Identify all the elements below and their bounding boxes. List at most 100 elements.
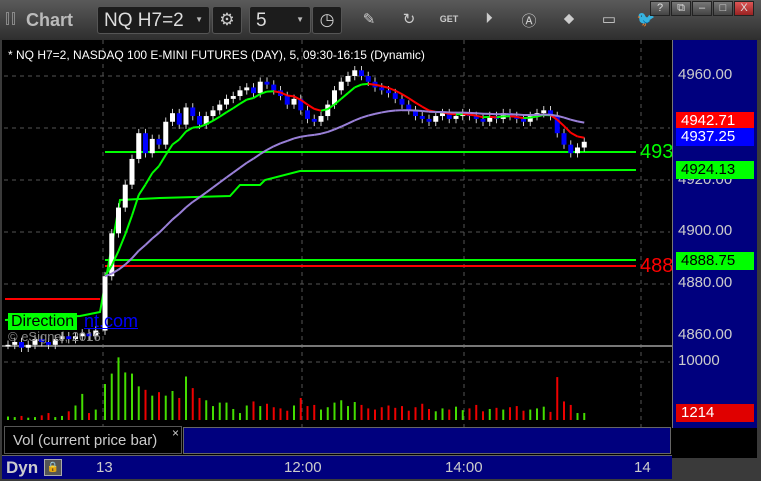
vwap-segment — [570, 118, 578, 123]
candle-body — [338, 81, 344, 91]
vwap-segment — [266, 145, 275, 151]
vwap-segment — [314, 132, 322, 136]
ema-segment — [496, 115, 504, 119]
price-tick: 4880.00 — [678, 274, 733, 291]
candle-body — [379, 87, 385, 91]
vwap-segment — [550, 113, 558, 117]
ema-segment — [124, 215, 133, 235]
ema-segment — [347, 86, 356, 94]
candle-body — [541, 110, 547, 114]
candle-body — [345, 76, 351, 82]
candle-body — [237, 90, 243, 97]
ema-segment — [340, 92, 349, 100]
ema-segment — [246, 97, 254, 101]
close-icon[interactable]: × — [172, 426, 179, 440]
candle-body — [122, 184, 128, 208]
time-axis[interactable]: Dyn 🔒 13 12:00 14:00 14 — [2, 455, 672, 479]
vwap-segment — [327, 128, 335, 133]
candle-body — [284, 96, 290, 105]
ema-segment — [192, 125, 200, 129]
vwap-segment — [273, 142, 281, 148]
ema-segment — [563, 125, 572, 134]
candle-body — [183, 107, 189, 125]
dynamic-mode-label[interactable]: Dyn — [6, 458, 38, 478]
level-text-red: 4887 — [640, 255, 672, 277]
ema-segment — [219, 111, 228, 118]
candle-body — [217, 104, 223, 111]
ema-segment — [306, 103, 315, 110]
price-label-last: 4937.25 — [676, 128, 754, 146]
vwap-segment — [381, 110, 389, 114]
candle-body — [143, 133, 148, 154]
candle-body — [136, 133, 142, 159]
candle-body — [129, 158, 135, 185]
candle-body — [291, 98, 297, 105]
candle-body — [568, 144, 574, 154]
lock-clock-icon[interactable]: 🔒 — [44, 459, 62, 476]
ema-segment — [225, 107, 234, 114]
ema-segment — [570, 131, 578, 138]
trailing-stop-line — [4, 169, 637, 321]
price-tick: 4960.00 — [678, 66, 733, 83]
time-label: 14:00 — [445, 459, 483, 476]
vwap-segment — [212, 181, 221, 189]
watermark-logo: Direction — [8, 313, 78, 330]
ema-segment — [131, 194, 140, 216]
candle-body — [210, 110, 216, 117]
vwap-segment — [144, 237, 153, 246]
candle-body — [426, 118, 432, 122]
candle-body — [453, 116, 459, 119]
ema-segment — [239, 98, 248, 105]
candle-body — [149, 138, 155, 154]
price-label-level: 4888.75 — [676, 252, 754, 270]
vwap-segment — [563, 116, 572, 121]
ema-segment — [421, 105, 430, 112]
ema-segment — [388, 86, 396, 92]
vwap-segment — [334, 125, 342, 131]
time-label: 14 — [634, 459, 651, 476]
ema-segment — [577, 135, 585, 139]
vwap-segment — [205, 186, 214, 194]
chart-legend: * NQ H7=2, NASDAQ 100 E-MINI FUTURES (DA… — [8, 48, 425, 62]
ema-segment — [144, 172, 154, 186]
ema-segment — [361, 82, 369, 86]
vwap-segment — [252, 153, 261, 160]
vwap-segment — [320, 130, 329, 135]
candle-body — [581, 141, 587, 148]
vwap-segment — [185, 201, 194, 209]
candle-body — [25, 344, 31, 348]
candle-body — [224, 98, 229, 105]
candle-body — [399, 98, 405, 105]
candle-body — [575, 147, 580, 154]
vwap-segment — [307, 133, 315, 137]
candle-body — [197, 116, 202, 125]
vwap-segment — [131, 250, 140, 259]
candle-body — [305, 110, 310, 119]
candle-body — [318, 116, 324, 122]
time-label: 12:00 — [284, 459, 322, 476]
vwap-segment — [165, 218, 174, 227]
vwap-segment — [415, 109, 423, 113]
ema-segment — [523, 116, 531, 120]
candle-body — [257, 81, 263, 94]
vwap-segment — [151, 232, 160, 240]
ema-segment — [171, 138, 180, 146]
candle-body — [244, 87, 250, 91]
candle-body — [271, 84, 277, 91]
vwap-segment — [246, 157, 255, 164]
vwap-segment — [368, 112, 376, 117]
candle-body — [521, 118, 526, 122]
price-plot — [2, 40, 672, 455]
ema-segment — [449, 112, 457, 116]
candle-body — [365, 76, 371, 82]
ema-segment — [232, 102, 241, 110]
ema-segment — [469, 113, 477, 117]
vwap-segment — [225, 171, 234, 179]
vwap-segment — [476, 112, 484, 115]
ema-segment — [414, 101, 423, 108]
ema-segment — [287, 94, 295, 98]
candle-body — [170, 113, 175, 122]
vwap-segment — [361, 114, 369, 119]
candle-body — [264, 81, 270, 85]
copyright-text: © eSignal, 2016 — [8, 329, 101, 344]
